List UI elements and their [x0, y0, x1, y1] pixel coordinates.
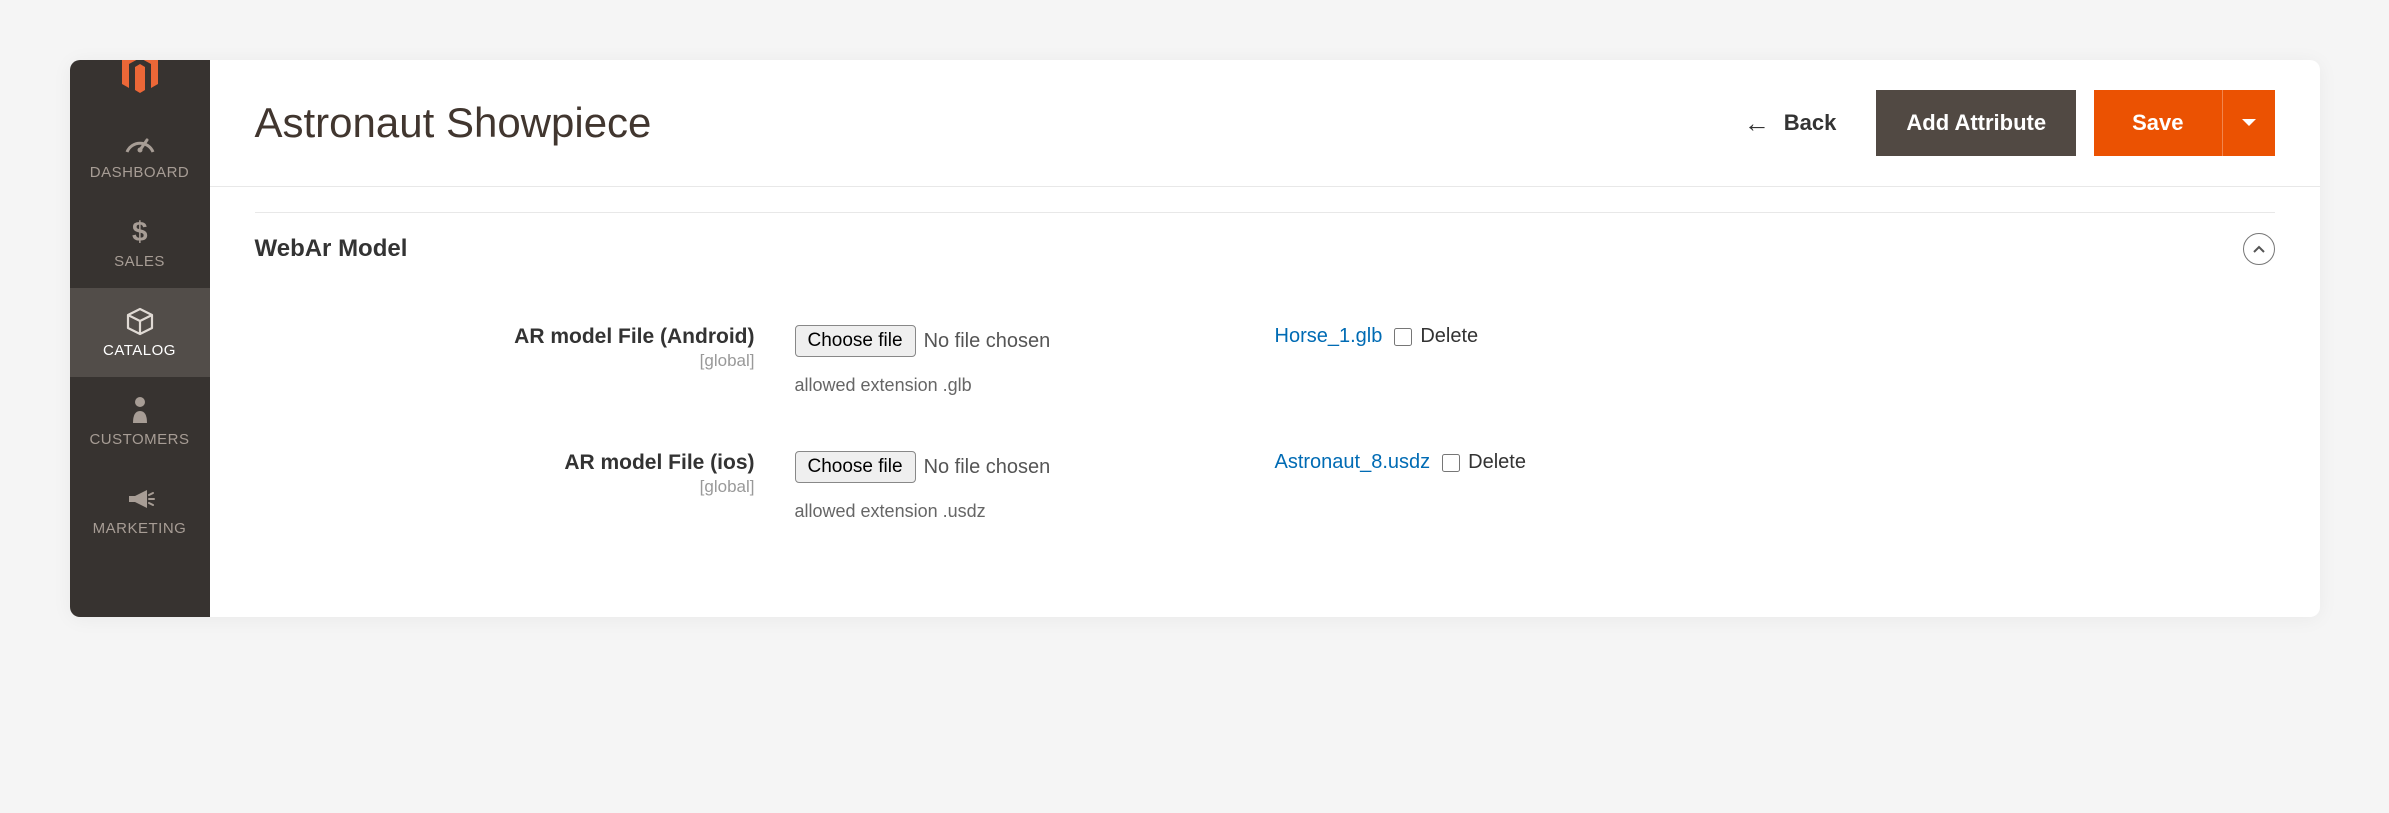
sidebar-item-sales[interactable]: $ SALES — [70, 199, 210, 288]
field-row-android: AR model File (Android) [global] Choose … — [255, 325, 2275, 396]
sidebar-item-marketing[interactable]: MARKETING — [70, 466, 210, 555]
field-row-ios: AR model File (ios) [global] Choose file… — [255, 451, 2275, 522]
sidebar: DASHBOARD $ SALES CATALOG CUSTOMERS MARK… — [70, 60, 210, 617]
sidebar-item-label: SALES — [114, 253, 165, 270]
delete-checkbox-ios[interactable] — [1442, 454, 1460, 472]
save-button[interactable]: Save — [2094, 90, 2221, 156]
sidebar-item-label: DASHBOARD — [90, 164, 190, 181]
save-button-group: Save — [2094, 90, 2274, 156]
file-picker-android: Choose file No file chosen — [795, 325, 1275, 357]
field-value-col: Astronaut_8.usdz Delete — [1275, 451, 1526, 474]
arrow-left-icon: ← — [1744, 110, 1770, 136]
delete-checkbox-android[interactable] — [1394, 328, 1412, 346]
file-status: No file chosen — [924, 330, 1051, 353]
file-link-ios[interactable]: Astronaut_8.usdz — [1275, 451, 1431, 474]
field-hint: allowed extension .usdz — [795, 501, 1275, 522]
sidebar-item-catalog[interactable]: CATALOG — [70, 288, 210, 377]
chevron-up-icon — [2252, 245, 2266, 254]
sidebar-item-dashboard[interactable]: DASHBOARD — [70, 110, 210, 199]
file-link-android[interactable]: Horse_1.glb — [1275, 325, 1383, 348]
field-hint: allowed extension .glb — [795, 375, 1275, 396]
form-area: AR model File (Android) [global] Choose … — [255, 285, 2275, 522]
svg-text:$: $ — [131, 217, 147, 247]
caret-down-icon — [2241, 118, 2257, 128]
megaphone-icon — [125, 484, 155, 514]
field-label-col: AR model File (Android) [global] — [255, 325, 795, 371]
field-scope: [global] — [255, 351, 755, 371]
content-area: WebAr Model AR model File (Android) [glo… — [210, 187, 2320, 617]
sidebar-item-label: MARKETING — [93, 520, 187, 537]
page-title: Astronaut Showpiece — [255, 99, 1724, 147]
gauge-icon — [123, 128, 157, 158]
choose-file-button[interactable]: Choose file — [795, 451, 916, 483]
field-label-col: AR model File (ios) [global] — [255, 451, 795, 497]
add-attribute-button[interactable]: Add Attribute — [1876, 90, 2076, 156]
field-value-col: Horse_1.glb Delete — [1275, 325, 1479, 348]
app-frame: DASHBOARD $ SALES CATALOG CUSTOMERS MARK… — [70, 60, 2320, 617]
logo[interactable] — [70, 60, 210, 110]
dollar-icon: $ — [129, 217, 151, 247]
field-control-col: Choose file No file chosen allowed exten… — [795, 451, 1275, 522]
field-control-col: Choose file No file chosen allowed exten… — [795, 325, 1275, 396]
section-title: WebAr Model — [255, 235, 2243, 263]
field-scope: [global] — [255, 477, 755, 497]
delete-label: Delete — [1468, 451, 1526, 474]
main-content: Astronaut Showpiece ← Back Add Attribute… — [210, 60, 2320, 617]
field-label: AR model File (Android) — [255, 325, 755, 349]
file-picker-ios: Choose file No file chosen — [795, 451, 1275, 483]
sidebar-item-label: CUSTOMERS — [89, 431, 189, 448]
save-dropdown-button[interactable] — [2222, 90, 2275, 156]
file-status: No file chosen — [924, 456, 1051, 479]
collapse-toggle[interactable] — [2243, 233, 2275, 265]
sidebar-item-customers[interactable]: CUSTOMERS — [70, 377, 210, 466]
magento-logo-icon — [118, 60, 162, 98]
delete-label: Delete — [1420, 325, 1478, 348]
sidebar-item-label: CATALOG — [103, 342, 176, 359]
box-icon — [125, 306, 155, 336]
person-icon — [130, 395, 150, 425]
back-button[interactable]: ← Back — [1724, 100, 1857, 146]
section-header[interactable]: WebAr Model — [255, 212, 2275, 285]
field-label: AR model File (ios) — [255, 451, 755, 475]
back-label: Back — [1784, 110, 1837, 136]
choose-file-button[interactable]: Choose file — [795, 325, 916, 357]
page-header: Astronaut Showpiece ← Back Add Attribute… — [210, 60, 2320, 187]
